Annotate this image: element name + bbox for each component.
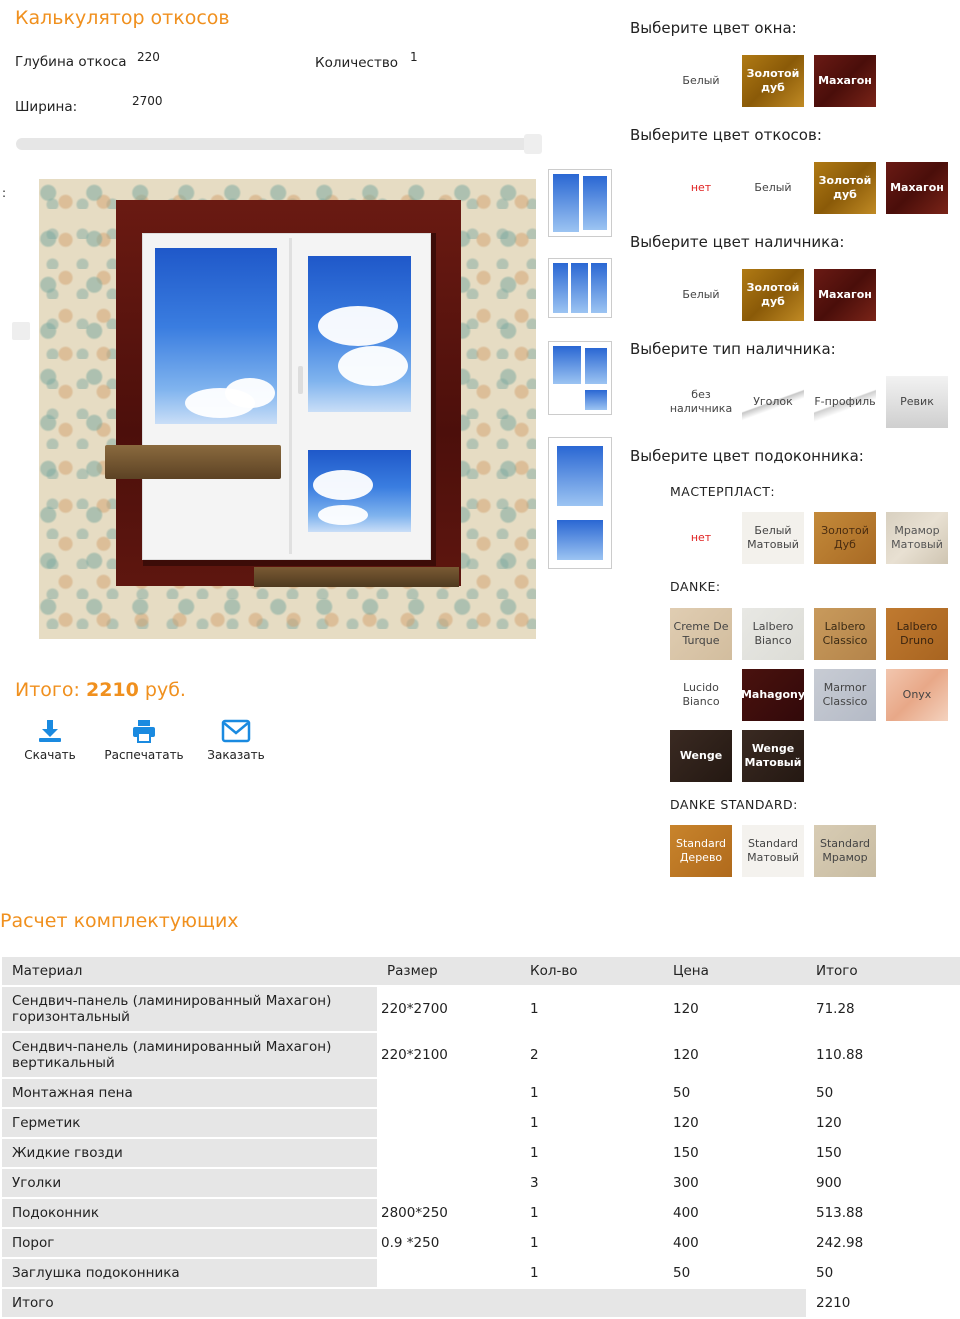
window-type-three-sash[interactable] (548, 258, 612, 318)
slope-color-mahogany[interactable]: Махагон (886, 162, 948, 214)
slope-color-title: Выберите цвет откосов: (630, 126, 822, 144)
sill-standard-wood[interactable]: Standard Дерево (670, 825, 732, 877)
mail-icon (221, 719, 251, 743)
trim-type-none[interactable]: без наличника (670, 376, 732, 428)
slope-color-white[interactable]: Белый (742, 162, 804, 214)
sill-white-matte[interactable]: Белый Матовый (742, 512, 804, 564)
print-button[interactable]: Распечатать (100, 718, 188, 762)
sill-standard-matte[interactable]: Standard Матовый (742, 825, 804, 877)
window-color-golden-oak[interactable]: Золотой дуб (742, 55, 804, 107)
table-row: Жидкие гвозди 1 150 150 (2, 1139, 960, 1167)
vertical-handle[interactable] (12, 322, 30, 340)
width-value[interactable]: 2700 (132, 94, 163, 108)
table-row: Монтажная пена 1 50 50 (2, 1079, 960, 1107)
trim-type-corner[interactable]: Уголок (742, 376, 804, 428)
table-total-row: Итого 2210 (2, 1289, 960, 1317)
trim-color-mahogany[interactable]: Махагон (814, 269, 876, 321)
sill-lalbero-druno[interactable]: Lalbero Druno (886, 608, 948, 660)
sill-lalbero-bianco[interactable]: Lalbero Bianco (742, 608, 804, 660)
sill-color-title: Выберите цвет подоконника: (630, 447, 864, 465)
danke-standard-label: DANKE STANDARD: (670, 797, 798, 812)
print-icon (133, 720, 155, 743)
windowsill (105, 445, 281, 479)
table-row: Уголки 3 300 900 (2, 1169, 960, 1197)
window-frame (142, 233, 431, 560)
masterplast-label: МАСТЕРПЛАСТ: (670, 484, 776, 499)
door-handle-icon (298, 366, 303, 394)
width-slider-track[interactable] (16, 138, 540, 150)
download-icon (39, 720, 61, 742)
col-price: Цена (663, 957, 806, 985)
total-price: Итого: 2210 руб. (15, 679, 186, 701)
col-material: Материал (2, 957, 377, 985)
window-color-mahogany[interactable]: Махагон (814, 55, 876, 107)
table-header: Материал Размер Кол-во Цена Итого (2, 957, 960, 985)
window-type-door[interactable] (548, 437, 612, 569)
trim-type-title: Выберите тип наличника: (630, 340, 836, 358)
window-color-title: Выберите цвет окна: (630, 19, 797, 37)
sill-wenge[interactable]: Wenge (670, 730, 732, 782)
sill-marmor-classico[interactable]: Marmor Classico (814, 669, 876, 721)
table-row: Порог 0.9 *250 1 400 242.98 (2, 1229, 960, 1257)
depth-value[interactable]: 220 (137, 50, 160, 64)
stray-colon: : (2, 186, 7, 200)
col-size: Размер (377, 957, 520, 985)
door-bottom-glass (308, 450, 411, 532)
trim-type-f-profile[interactable]: F-профиль (814, 376, 876, 428)
table-row: Сендвич-панель (ламинированный Махагон) … (2, 987, 960, 1031)
width-label: Ширина: (15, 99, 78, 115)
sill-marble-matte[interactable]: Мрамор Матовый (886, 512, 948, 564)
danke-label: DANKE: (670, 579, 721, 594)
sill-creme-de-turque[interactable]: Creme De Turque (670, 608, 732, 660)
depth-label: Глубина откоса (15, 54, 127, 70)
left-pane-glass (155, 248, 277, 424)
threshold (254, 567, 459, 587)
window-color-white[interactable]: Белый (670, 55, 732, 107)
sill-none[interactable]: нет (670, 512, 732, 564)
table-grand-total: 2210 (816, 1295, 851, 1311)
window-type-balcony-door[interactable] (548, 341, 612, 415)
sill-onyx[interactable]: Onyx (886, 669, 948, 721)
trim-color-golden-oak[interactable]: Золотой дуб (742, 269, 804, 321)
width-slider-handle[interactable] (524, 134, 542, 154)
mullion (289, 238, 292, 554)
sill-wenge-matte[interactable]: Wenge Матовый (742, 730, 804, 782)
trim-color-white[interactable]: Белый (670, 269, 732, 321)
trim-color-title: Выберите цвет наличника: (630, 233, 845, 251)
trim-type-revik[interactable]: Ревик (886, 376, 948, 428)
col-total: Итого (806, 957, 960, 985)
table-row: Заглушка подоконника 1 50 50 (2, 1259, 960, 1287)
table-row: Герметик 1 120 120 (2, 1109, 960, 1137)
sill-lalbero-classico[interactable]: Lalbero Classico (814, 608, 876, 660)
sill-mahagony[interactable]: Mahagony (741, 669, 805, 721)
order-button[interactable]: Заказать (202, 718, 270, 762)
door-top-glass (308, 256, 411, 412)
window-preview (39, 179, 536, 639)
sill-lucido-bianco[interactable]: Lucido Bianco (670, 669, 732, 721)
quantity-value[interactable]: 1 (410, 50, 418, 64)
sill-standard-marble[interactable]: Standard Мрамор (814, 825, 876, 877)
window-type-two-sash[interactable] (548, 169, 612, 237)
download-button[interactable]: Скачать (18, 718, 82, 762)
table-row: Сендвич-панель (ламинированный Махагон) … (2, 1033, 960, 1077)
sill-golden-oak[interactable]: Золотой Дуб (814, 512, 876, 564)
components-table: Материал Размер Кол-во Цена Итого Сендви… (2, 955, 960, 1319)
col-qty: Кол-во (520, 957, 663, 985)
quantity-label: Количество (315, 55, 399, 71)
page-title: Калькулятор откосов (15, 7, 230, 29)
total-value: 2210 (85, 679, 139, 701)
slope-color-golden-oak[interactable]: Золотой дуб (814, 162, 876, 214)
table-row: Подоконник 2800*250 1 400 513.88 (2, 1199, 960, 1227)
slope-color-none[interactable]: нет (670, 162, 732, 214)
components-title: Расчет комплектующих (0, 910, 239, 932)
